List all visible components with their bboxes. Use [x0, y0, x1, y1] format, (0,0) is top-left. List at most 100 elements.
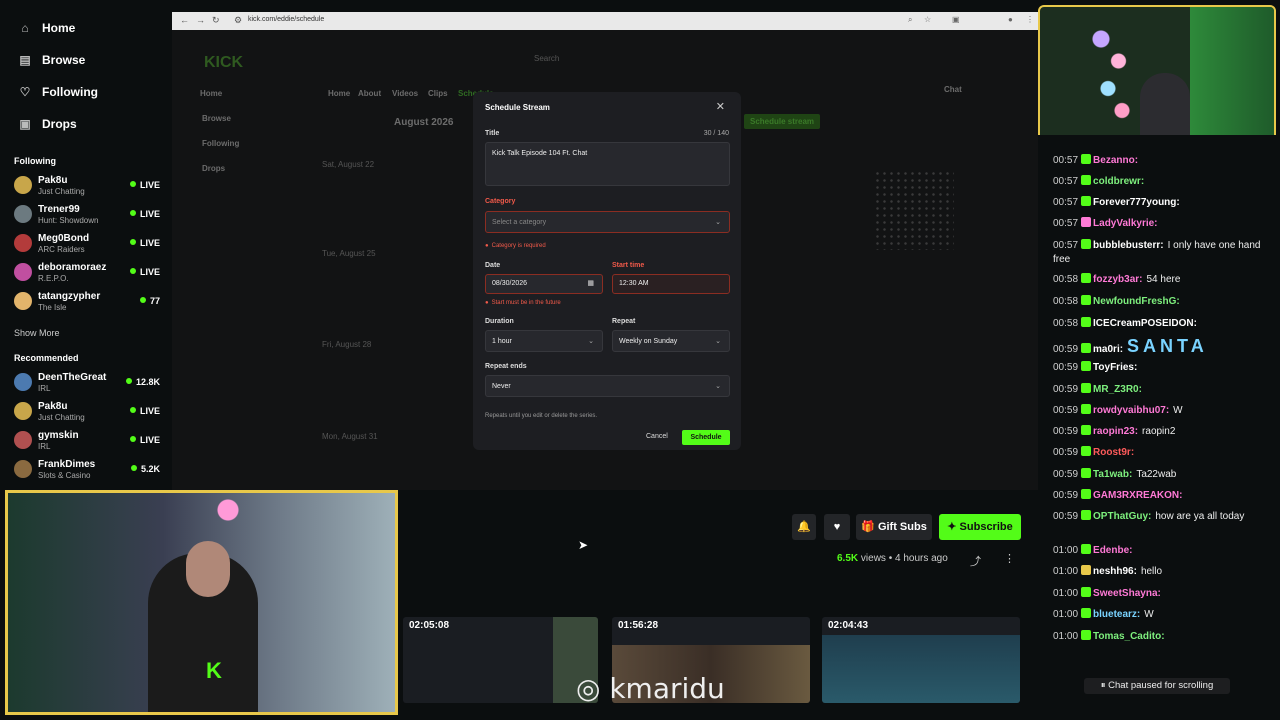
chat-paused-banner[interactable]: ⏸ Chat paused for scrolling — [1084, 678, 1230, 694]
badge-icon — [1081, 295, 1092, 305]
forward-icon[interactable]: → — [196, 15, 205, 25]
back-icon[interactable]: ← — [180, 15, 189, 25]
heart-icon[interactable]: ♥ — [824, 514, 850, 540]
start-time-input[interactable]: 12:30 AM — [612, 274, 730, 294]
chat-username[interactable]: fozzyb3ar: — [1093, 274, 1142, 285]
nav-following[interactable]: ♡ Following — [18, 85, 98, 99]
chat-username[interactable]: neshh96: — [1093, 566, 1137, 577]
chat-username[interactable]: rowdyvaibhu07: — [1093, 405, 1169, 416]
chat-username[interactable]: bubblebusterr: — [1093, 240, 1164, 251]
drops-icon: ▣ — [19, 117, 31, 131]
chat-timestamp: 00:58 — [1053, 296, 1079, 307]
person-silhouette — [1140, 73, 1190, 142]
subscribe-button[interactable]: ✦ Subscribe — [939, 514, 1021, 540]
chat-username[interactable]: Bezanno: — [1093, 155, 1138, 166]
chat-username[interactable]: SweetShayna: — [1093, 588, 1161, 599]
title-input[interactable]: Kick Talk Episode 104 Ft. Chat — [485, 142, 730, 186]
chat-username[interactable]: bluetearz: — [1093, 609, 1140, 620]
title-label: Title — [485, 130, 500, 137]
kick-sidebar: ⌂ Home ▤ Browse ♡ Following ▣ Drops Followin… — [0, 0, 172, 490]
menu-icon[interactable]: ⋮ — [1026, 15, 1034, 24]
chat-username[interactable]: NewfoundFreshG: — [1093, 296, 1180, 307]
category-select[interactable]: Select a category ⌄ — [485, 211, 730, 233]
chat-username[interactable]: coldbrewr: — [1093, 176, 1144, 187]
avatar — [14, 176, 32, 194]
gift-subs-button[interactable]: 🎁 Gift Subs — [856, 514, 932, 540]
chat-username[interactable]: Roost9r: — [1093, 447, 1134, 458]
chat-username[interactable]: Forever777young: — [1093, 197, 1180, 208]
close-icon[interactable]: ✕ — [716, 100, 725, 113]
calendar-icon[interactable]: ▦ — [587, 279, 594, 287]
bell-icon[interactable]: 🔔 — [792, 514, 816, 540]
chat-message: 00:59 raopin23: raopin2 — [1053, 425, 1265, 439]
chat-username[interactable]: Tomas_Cadito: — [1093, 631, 1165, 642]
video-thumbnail[interactable]: 02:04:43 — [822, 617, 1020, 703]
badge-icon — [1081, 361, 1092, 371]
green-hallway — [1190, 7, 1274, 142]
chat-timestamp: 00:59 — [1053, 447, 1079, 458]
show-more-link[interactable]: Show More — [14, 328, 60, 338]
badge-icon — [1081, 565, 1092, 575]
nav-home[interactable]: ⌂ Home — [18, 21, 75, 35]
chat-text: SANTA — [1127, 336, 1208, 356]
url-text[interactable]: kick.com/eddie/schedule — [248, 16, 324, 23]
chevron-down-icon: ⌄ — [715, 338, 721, 345]
recommended-item[interactable]: Pak8u Just Chatting LIVE — [14, 398, 164, 426]
repeat-ends-label: Repeat ends — [485, 363, 527, 370]
more-icon[interactable]: ⋮ — [1004, 552, 1015, 565]
chat-username[interactable]: OPThatGuy: — [1093, 511, 1151, 522]
chat-timestamp: 00:57 — [1053, 218, 1079, 229]
chat-username[interactable]: raopin23: — [1093, 426, 1138, 437]
repeat-ends-select[interactable]: Never ⌄ — [485, 375, 730, 397]
share-icon[interactable]: ⤴ — [970, 553, 981, 569]
badge-icon — [1081, 468, 1092, 478]
chat-message: 01:00 Tomas_Cadito: — [1053, 630, 1265, 644]
thumb-image — [822, 635, 1020, 703]
chat-text: Ta22wab — [1136, 469, 1177, 480]
chat-timestamp: 00:59 — [1053, 405, 1079, 416]
chat-username[interactable]: Ta1wab: — [1093, 469, 1132, 480]
address-bar[interactable]: ← → ↻ ⚙ kick.com/eddie/schedule ⌕ ☆ ▣ ● … — [172, 12, 1038, 30]
site-info-icon[interactable]: ⚙ — [234, 15, 242, 26]
recommended-item[interactable]: gymskin IRL LIVE — [14, 427, 164, 455]
following-item[interactable]: tatangzypher The Isle 77 — [14, 288, 164, 316]
recommended-item[interactable]: DeenTheGreat IRL 12.8K — [14, 369, 164, 397]
nav-drops[interactable]: ▣ Drops — [18, 117, 76, 131]
page-tab-videos: Videos — [392, 89, 419, 98]
zoom-icon[interactable]: ⌕ — [908, 15, 912, 25]
repeat-select[interactable]: Weekly on Sunday ⌄ — [612, 330, 730, 352]
following-item[interactable]: deboramoraez R.E.P.O. LIVE — [14, 259, 164, 287]
nav-browse[interactable]: ▤ Browse — [18, 53, 85, 67]
chat-username[interactable]: Edenbe: — [1093, 545, 1132, 556]
chevron-down-icon: ⌄ — [715, 219, 721, 226]
schedule-stream-button: Schedule stream — [744, 114, 821, 129]
schedule-stream-modal: Schedule Stream ✕ Title 30 / 140 Kick Ta… — [473, 92, 741, 450]
profile-icon[interactable]: ● — [1008, 15, 1013, 24]
cancel-button[interactable]: Cancel — [646, 433, 668, 440]
page-chat-title: Chat — [944, 85, 962, 94]
chat-username[interactable]: ICECreamPOSEIDON: — [1093, 318, 1197, 329]
chat-username[interactable]: ToyFries: — [1093, 362, 1137, 373]
following-item[interactable]: Pak8u Just Chatting LIVE — [14, 172, 164, 200]
following-item[interactable]: Meg0Bond ARC Raiders LIVE — [14, 230, 164, 258]
date-input[interactable]: 08/30/2026 ▦ — [485, 274, 603, 294]
chat-timestamp: 00:57 — [1053, 197, 1079, 208]
chat-username[interactable]: GAM3RXREAKON: — [1093, 490, 1182, 501]
following-item[interactable]: Trener99 Hunt: Showdown LIVE — [14, 201, 164, 229]
schedule-button[interactable]: Schedule — [682, 430, 730, 445]
chat-username[interactable]: LadyValkyrie: — [1093, 218, 1157, 229]
duration-select[interactable]: 1 hour ⌄ — [485, 330, 603, 352]
reload-icon[interactable]: ↻ — [212, 15, 220, 26]
avatar — [14, 205, 32, 223]
star-icon[interactable]: ☆ — [924, 15, 931, 24]
chat-message: 00:59 ToyFries: — [1053, 361, 1265, 375]
recommended-item[interactable]: FrankDimes Slots & Casino 5.2K — [14, 456, 164, 484]
day-label: Fri, August 28 — [322, 340, 372, 349]
chat-timestamp: 00:59 — [1053, 384, 1079, 395]
extensions-icon[interactable]: ▣ — [952, 15, 960, 24]
chat-username[interactable]: MR_Z3R0: — [1093, 384, 1142, 395]
chat-message: 01:00 SweetShayna: — [1053, 587, 1265, 601]
video-thumbnail[interactable]: 02:05:08 — [403, 617, 598, 703]
chat-username[interactable]: ma0ri: — [1093, 344, 1123, 355]
chat-message: 00:59 GAM3RXREAKON: — [1053, 489, 1265, 503]
